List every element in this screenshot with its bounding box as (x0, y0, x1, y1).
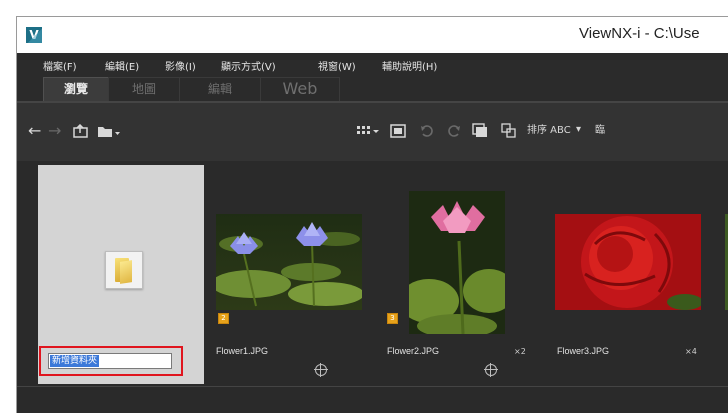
rotate-right-icon[interactable] (447, 124, 461, 138)
flower2-image (409, 191, 505, 334)
window-title: ViewNX-i - C:\Use (579, 25, 700, 42)
menu-file[interactable]: 檔案(F) (43, 58, 77, 73)
tab-edit[interactable]: 編輯 (179, 77, 261, 101)
viewer-mode-icon[interactable] (390, 124, 406, 138)
thumbnail-filename: Flower2.JPG (387, 346, 440, 356)
sort-dropdown[interactable]: 排序 ABC (527, 123, 571, 139)
rating-badge: 2 (218, 313, 229, 324)
workspace-tabs: 瀏覽 地圖 編輯 Web (17, 75, 728, 102)
thumbnail-filename: Flower1.JPG (216, 346, 269, 356)
tab-web[interactable]: Web (260, 77, 340, 101)
tab-map[interactable]: 地圖 (108, 77, 180, 101)
app-window: V ViewNX-i - C:\Use 檔案(F) 編輯(E) 影像(I) 顯示… (16, 16, 728, 413)
folder-name-selected-text: 新增資料夾 (50, 355, 100, 367)
flower1-image (216, 214, 362, 310)
folder-menu-icon[interactable] (97, 124, 121, 138)
toolbar-overflow-label[interactable]: 臨 (595, 123, 605, 139)
folder-name-input[interactable]: 新增資料夾 (48, 353, 172, 369)
app-logo-icon: V (26, 27, 42, 43)
full-screen-icon[interactable] (472, 123, 488, 139)
menu-bar: 檔案(F) 編輯(E) 影像(I) 顯示方式(V) 視窗(W) 輔助說明(H) (17, 53, 728, 75)
rename-highlight-box: 新增資料夾 (39, 346, 183, 376)
thumbnail-browser: 新增資料夾 2 Flower1.JPG 3 Flower2.JPG ×2 Flo… (17, 161, 728, 413)
sort-chevron-down-icon[interactable]: ▾ (576, 122, 581, 138)
thumbnail-filename: Flower3.JPG (557, 346, 610, 356)
grid-view-icon[interactable] (356, 124, 380, 138)
folder-icon (105, 251, 143, 289)
toolbar: ← → 排序 ABC ▾ 臨 (17, 103, 728, 161)
thumbnail-flower1[interactable] (216, 214, 362, 310)
rotate-left-icon[interactable] (420, 124, 434, 138)
up-folder-icon[interactable] (73, 124, 89, 138)
menu-help[interactable]: 輔助說明(H) (382, 58, 437, 73)
back-arrow-icon[interactable]: ← (28, 123, 41, 139)
menu-view[interactable]: 顯示方式(V) (221, 58, 276, 73)
forward-arrow-icon[interactable]: → (48, 123, 61, 139)
compare-icon[interactable] (501, 123, 517, 139)
sequence-count: ×2 (514, 347, 526, 356)
gps-location-icon (314, 363, 328, 377)
browser-divider (17, 386, 728, 387)
sequence-count: ×4 (685, 347, 697, 356)
title-bar: V ViewNX-i - C:\Use (17, 17, 728, 53)
tab-browse[interactable]: 瀏覽 (43, 77, 109, 101)
flower3-image (555, 214, 701, 310)
thumbnail-flower2[interactable] (409, 191, 505, 334)
rating-badge: 3 (387, 313, 398, 324)
thumbnail-flower3[interactable] (555, 214, 701, 310)
menu-window[interactable]: 視窗(W) (318, 58, 356, 73)
gps-location-icon (484, 363, 498, 377)
menu-image[interactable]: 影像(I) (165, 58, 196, 73)
menu-edit[interactable]: 編輯(E) (105, 58, 139, 73)
